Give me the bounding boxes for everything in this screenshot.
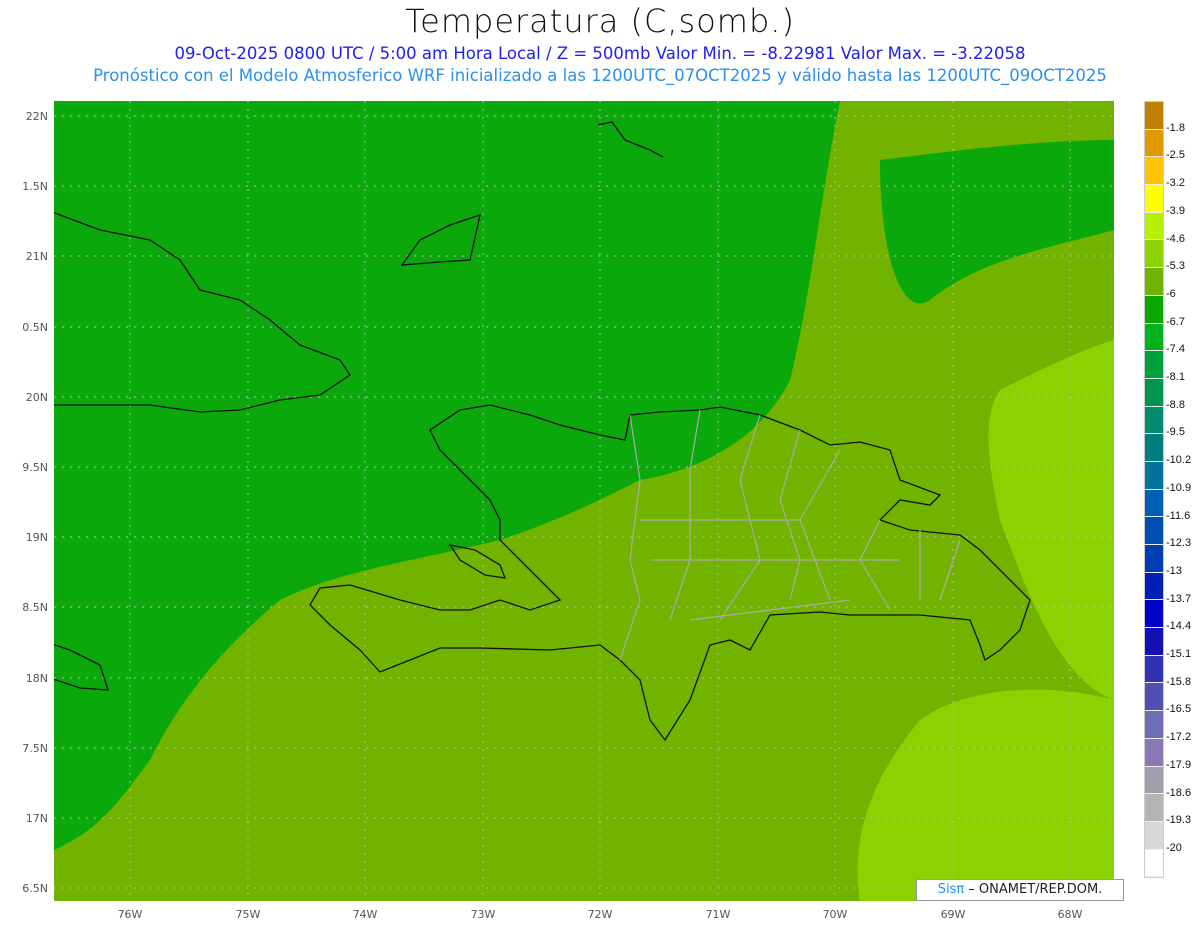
colorbar-swatch [1145,517,1163,545]
colorbar [1144,101,1164,879]
svg-text:73W: 73W [471,908,496,921]
colorbar-swatch [1145,295,1163,324]
colorbar-swatch [1145,212,1163,241]
colorbar-label: -11.6 [1166,509,1191,522]
colorbar-label: -13 [1166,564,1182,577]
colorbar-swatch [1145,129,1163,158]
colorbar-swatch [1145,683,1163,712]
colorbar-label: -3.9 [1166,204,1185,217]
colorbar-label: -8.8 [1166,398,1185,411]
colorbar-swatch [1145,489,1163,518]
colorbar-label: -4.6 [1166,232,1185,245]
colorbar-swatch [1145,711,1163,739]
colorbar-label: -10.9 [1166,481,1192,494]
colorbar-label: -17.9 [1166,758,1192,771]
colorbar-label: -19.3 [1166,814,1192,827]
svg-text:22N: 22N [26,110,48,123]
colorbar-label: -15.1 [1166,648,1192,660]
colorbar-swatch [1145,794,1163,822]
colorbar-label: -17.2 [1166,731,1192,744]
colorbar-label: -20 [1166,841,1182,854]
colorbar-label: -3.2 [1166,177,1185,190]
colorbar-swatch [1145,628,1163,656]
svg-text:68W: 68W [1058,908,1083,921]
svg-text:8.5N: 8.5N [22,601,48,614]
colorbar-swatch [1145,545,1163,573]
colorbar-swatch [1145,655,1163,684]
svg-text:1.5N: 1.5N [22,180,48,193]
svg-text:72W: 72W [588,908,613,921]
svg-text:7.5N: 7.5N [22,742,48,755]
svg-text:74W: 74W [353,908,378,921]
colorbar-label: -1.8 [1166,121,1185,134]
colorbar-label: -12.3 [1166,537,1192,550]
colorbar-swatch [1145,600,1163,629]
lon-labels: 76W 75W 74W 73W 72W 71W 70W 69W 68W [118,908,1083,921]
svg-text:19N: 19N [26,531,48,544]
svg-text:17N: 17N [26,812,48,825]
colorbar-swatch [1145,461,1163,490]
colorbar-swatch [1145,738,1163,767]
colorbar-label: -6 [1166,287,1176,300]
colorbar-label: -5.3 [1166,260,1185,273]
svg-text:70W: 70W [823,908,848,921]
svg-text:75W: 75W [236,908,261,921]
colorbar-label: -6.7 [1166,315,1185,328]
colorbar-label: -16.5 [1166,703,1192,716]
colorbar-swatch [1145,434,1163,462]
svg-text:21N: 21N [26,250,48,263]
onamet-logo: Sisπ – ONAMET/REP.DOM. [916,879,1124,901]
colorbar-label: -14.4 [1166,620,1192,633]
colorbar-label: -18.6 [1166,786,1192,799]
colorbar-swatch [1145,572,1163,601]
colorbar-label: -13.7 [1166,592,1192,605]
svg-text:76W: 76W [118,908,143,921]
colorbar-label: -2.5 [1166,149,1185,162]
colorbar-label: -10.2 [1166,454,1192,467]
colorbar-swatch [1145,102,1163,130]
colorbar-swatch [1145,351,1163,379]
colorbar-swatch [1145,323,1163,352]
lat-labels: 22N 1.5N 21N 0.5N 20N 9.5N 19N 8.5N 18N … [22,110,48,895]
svg-text:9.5N: 9.5N [22,461,48,474]
svg-text:69W: 69W [941,908,966,921]
colorbar-swatch [1145,268,1163,296]
colorbar-label: -15.8 [1166,675,1192,688]
colorbar-label: -8.1 [1166,371,1185,383]
svg-text:18N: 18N [26,672,48,685]
colorbar-swatch [1145,378,1163,407]
svg-text:20N: 20N [26,391,48,404]
colorbar-swatch [1145,849,1163,878]
colorbar-swatch [1145,157,1163,186]
svg-text:0.5N: 0.5N [22,321,48,334]
colorbar-swatch [1145,240,1163,269]
colorbar-label: -7.4 [1166,343,1185,356]
colorbar-swatch [1145,766,1163,795]
colorbar-label: -9.5 [1166,426,1185,439]
colorbar-swatch [1145,406,1163,435]
temperature-map: 22N 1.5N 21N 0.5N 20N 9.5N 19N 8.5N 18N … [22,101,1114,921]
colorbar-swatch [1145,821,1163,850]
svg-text:71W: 71W [706,908,731,921]
colorbar-swatch [1145,185,1163,213]
svg-text:6.5N: 6.5N [22,882,48,895]
